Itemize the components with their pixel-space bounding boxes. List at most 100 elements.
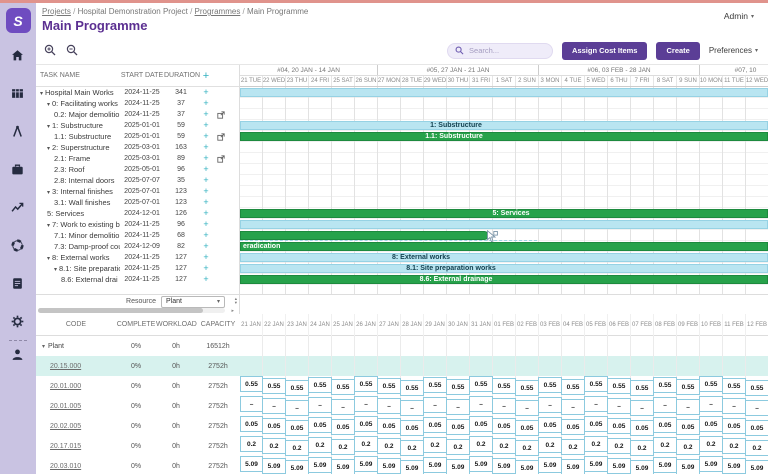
allocation-cell[interactable]: 0.2 xyxy=(331,436,355,456)
open-task-icon[interactable] xyxy=(214,110,228,119)
allocation-cell[interactable]: – xyxy=(699,396,723,416)
allocation-cell[interactable]: 0.05 xyxy=(308,416,332,436)
allocation-cell[interactable]: – xyxy=(331,396,355,416)
allocation-cell[interactable]: 0.55 xyxy=(377,376,401,396)
expand-caret-icon[interactable]: ▾ xyxy=(47,190,50,196)
add-subtask-icon[interactable]: + xyxy=(198,110,214,119)
add-subtask-icon[interactable]: + xyxy=(198,209,214,218)
allocation-cell[interactable]: 0.55 xyxy=(469,376,493,396)
allocation-cell[interactable]: 0.55 xyxy=(538,376,562,396)
resource-select[interactable]: Plant ▾ xyxy=(161,295,225,308)
allocation-cell[interactable]: 0.05 xyxy=(285,416,309,436)
add-subtask-icon[interactable]: + xyxy=(198,121,214,130)
allocation-cell[interactable]: 5.09 xyxy=(446,456,470,474)
allocation-cell[interactable]: 0.55 xyxy=(722,376,746,396)
expand-caret-icon[interactable]: ▾ xyxy=(47,102,50,108)
allocation-cell[interactable]: 0.55 xyxy=(515,376,539,396)
gantt-bar[interactable]: 8: External works xyxy=(240,253,768,262)
trend-icon[interactable] xyxy=(11,201,25,215)
add-subtask-icon[interactable]: + xyxy=(198,198,214,207)
allocation-cell[interactable]: 0.55 xyxy=(400,376,424,396)
gantt-bar[interactable]: eradication xyxy=(240,242,768,251)
task-row[interactable]: 2.8: Internal doors 2025-07-07 35 + xyxy=(36,175,239,186)
allocation-cell[interactable]: 0.2 xyxy=(607,436,631,456)
allocation-cell[interactable]: 5.09 xyxy=(240,456,263,474)
allocation-cell[interactable]: 0.55 xyxy=(240,376,263,396)
allocation-cell[interactable]: 0.05 xyxy=(262,416,286,436)
horizontal-scrollbar[interactable] xyxy=(38,308,225,313)
allocation-cell[interactable]: 0.2 xyxy=(492,436,516,456)
search-input[interactable]: Search... xyxy=(447,42,554,59)
allocation-cell[interactable]: 0.05 xyxy=(423,416,447,436)
task-row[interactable]: 1.1: Substructure 2025-01-01 59 + xyxy=(36,131,239,142)
allocation-cell[interactable]: 0.2 xyxy=(745,436,768,456)
resource-code-link[interactable]: 20.17.015 xyxy=(50,443,81,450)
resource-row[interactable]: 20.01.005 0% 0h 2752h – – – – – – – – – – – – – – – – – – – – – –… xyxy=(36,396,768,416)
add-subtask-icon[interactable]: + xyxy=(198,187,214,196)
task-row[interactable]: ▾ 2: Superstructure 2025-03-01 163 + xyxy=(36,142,239,153)
task-row[interactable]: ▾ 0: Facilitating works 2024-11-25 37 + xyxy=(36,98,239,109)
allocation-cell[interactable]: 0.55 xyxy=(676,376,700,396)
open-task-icon[interactable] xyxy=(214,132,228,141)
allocation-cell[interactable]: 5.09 xyxy=(653,456,677,474)
resource-row[interactable]: ▾ Plant 0% 0h 16512h xyxy=(36,336,768,356)
allocation-cell[interactable]: 0.2 xyxy=(262,436,286,456)
task-row[interactable]: ▾ 1: Substructure 2025-01-01 59 + xyxy=(36,120,239,131)
allocation-cell[interactable]: – xyxy=(308,396,332,416)
resource-code-link[interactable]: 20.02.005 xyxy=(50,423,81,430)
assign-cost-items-button[interactable]: Assign Cost Items xyxy=(562,41,648,60)
expand-caret-icon[interactable]: ▾ xyxy=(40,91,43,97)
allocation-cell[interactable]: 5.09 xyxy=(699,456,723,474)
allocation-cell[interactable]: 5.09 xyxy=(423,456,447,474)
allocation-cell[interactable]: 5.09 xyxy=(515,456,539,474)
allocation-cell[interactable]: 0.05 xyxy=(538,416,562,436)
allocation-cell[interactable]: 0.55 xyxy=(745,376,768,396)
allocation-cell[interactable]: 0.2 xyxy=(653,436,677,456)
allocation-cell[interactable]: 5.09 xyxy=(630,456,654,474)
allocation-cell[interactable]: 5.09 xyxy=(538,456,562,474)
allocation-cell[interactable]: – xyxy=(262,396,286,416)
gantt-bar[interactable] xyxy=(240,231,489,240)
allocation-cell[interactable]: – xyxy=(607,396,631,416)
resource-row[interactable]: 20.15.000 0% 0h 2752h xyxy=(36,356,768,376)
allocation-cell[interactable]: 0.2 xyxy=(561,436,585,456)
task-row[interactable]: ▾ 8: External works 2024-11-25 127 + xyxy=(36,252,239,263)
allocation-cell[interactable]: 0.05 xyxy=(515,416,539,436)
expand-caret-icon[interactable]: ▾ xyxy=(47,256,50,262)
allocation-cell[interactable]: – xyxy=(446,396,470,416)
resource-row[interactable]: 20.17.015 0% 0h 2752h 0.2 0.2 0.2 0.2 0.2 0.2 0.2 0… xyxy=(36,436,768,456)
add-task-icon[interactable]: + xyxy=(198,70,214,82)
add-subtask-icon[interactable]: + xyxy=(198,253,214,262)
allocation-cell[interactable]: 0.05 xyxy=(400,416,424,436)
spreadsheet-icon[interactable] xyxy=(11,87,25,101)
add-subtask-icon[interactable]: + xyxy=(198,231,214,240)
allocation-cell[interactable]: 0.2 xyxy=(423,436,447,456)
allocation-cell[interactable]: 0.05 xyxy=(561,416,585,436)
allocation-cell[interactable]: 5.09 xyxy=(331,456,355,474)
allocation-cell[interactable]: – xyxy=(469,396,493,416)
breadcrumb-item[interactable]: Projects xyxy=(42,7,71,16)
allocation-cell[interactable]: 0.05 xyxy=(630,416,654,436)
settings-icon[interactable] xyxy=(11,315,25,329)
gantt-bar[interactable] xyxy=(240,88,768,97)
task-row[interactable]: 8.6: External drai 2024-11-25 127 + xyxy=(36,274,239,285)
allocation-cell[interactable]: 0.2 xyxy=(354,436,378,456)
allocation-cell[interactable]: 0.55 xyxy=(492,376,516,396)
allocation-cell[interactable]: 0.05 xyxy=(446,416,470,436)
add-subtask-icon[interactable]: + xyxy=(198,99,214,108)
allocation-cell[interactable]: 5.09 xyxy=(722,456,746,474)
allocation-cell[interactable]: 5.09 xyxy=(262,456,286,474)
allocation-cell[interactable]: 0.2 xyxy=(538,436,562,456)
task-row[interactable]: 3.1: Wall finishes 2025-07-01 123 + xyxy=(36,197,239,208)
add-subtask-icon[interactable]: + xyxy=(198,88,214,97)
briefcase-icon[interactable] xyxy=(11,163,25,177)
add-subtask-icon[interactable]: + xyxy=(198,220,214,229)
allocation-cell[interactable]: 0.55 xyxy=(630,376,654,396)
allocation-cell[interactable]: 0.55 xyxy=(262,376,286,396)
allocation-cell[interactable]: 5.09 xyxy=(400,456,424,474)
allocation-cell[interactable]: 5.09 xyxy=(354,456,378,474)
allocation-cell[interactable]: 0.2 xyxy=(400,436,424,456)
expand-caret-icon[interactable]: ▾ xyxy=(47,124,50,130)
gantt-bar[interactable]: 5: Services xyxy=(240,209,768,218)
allocation-cell[interactable]: 5.09 xyxy=(561,456,585,474)
